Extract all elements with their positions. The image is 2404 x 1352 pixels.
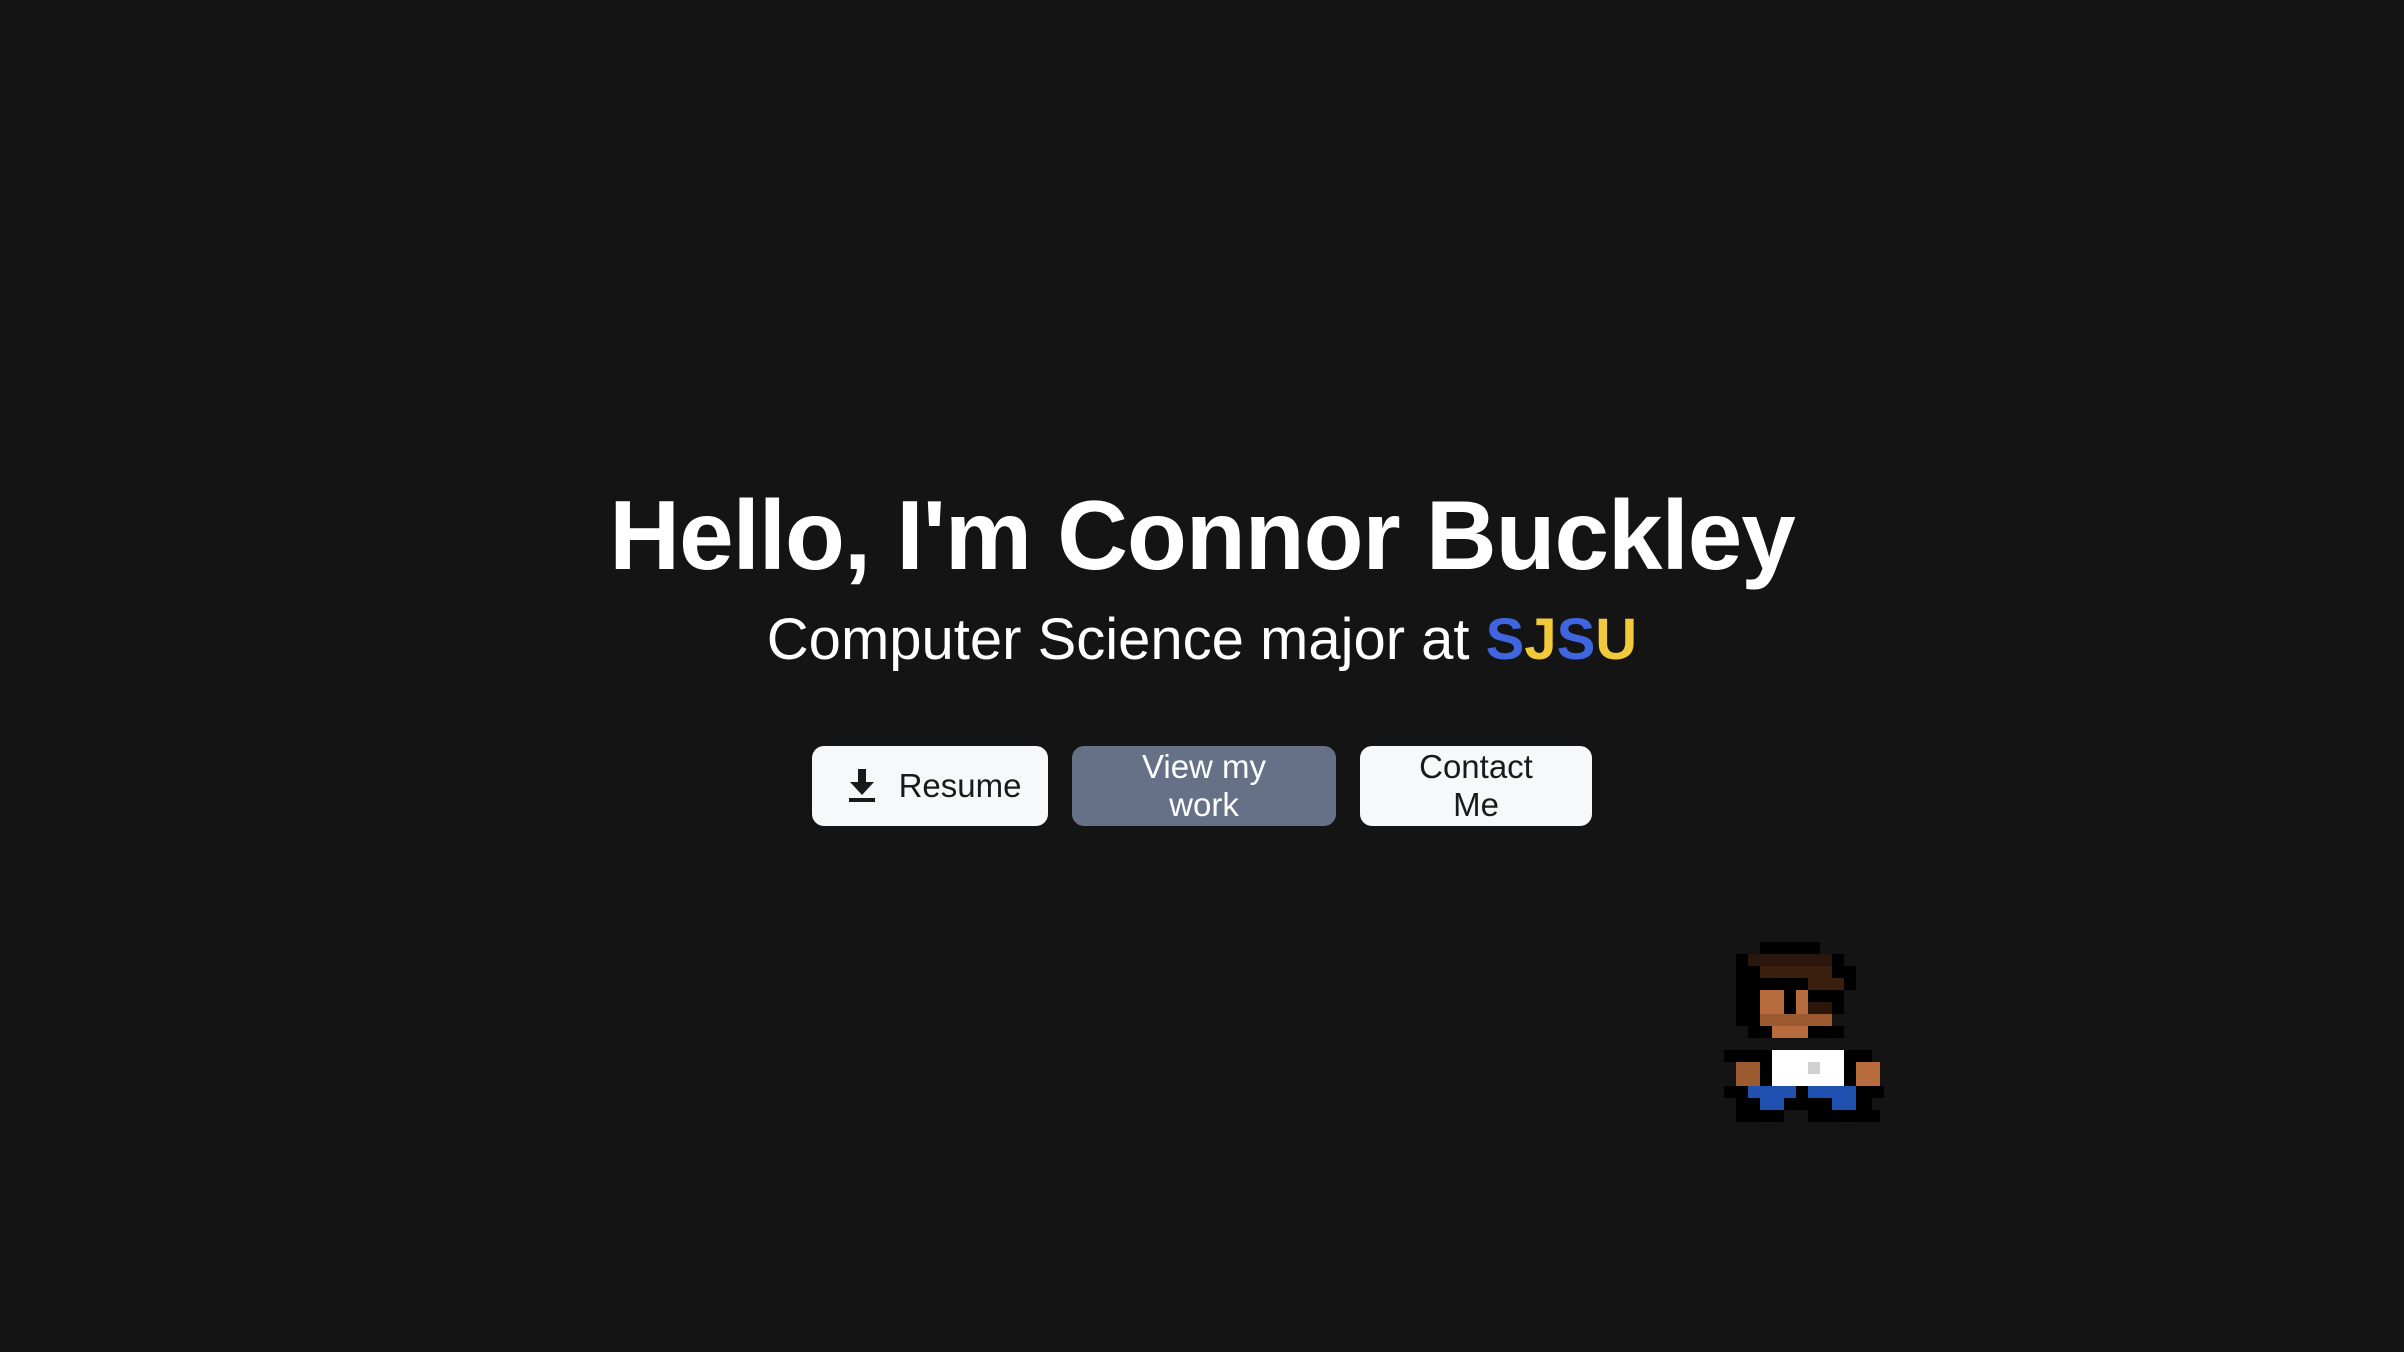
school-letter-u: U (1595, 607, 1638, 672)
hero-section: Hello, I'm Connor Buckley Computer Scien… (0, 470, 2404, 680)
school-letter-s2: S (1556, 607, 1596, 672)
school-letter-s: S (1485, 607, 1525, 672)
view-work-button-label: View my work (1141, 748, 1267, 823)
page-title: Hello, I'm Connor Buckley (609, 480, 1795, 590)
download-icon (847, 769, 877, 803)
school-letter-j: J (1524, 607, 1557, 672)
view-work-button[interactable]: View my work (1072, 746, 1336, 826)
subtitle-prefix: Computer Science major at (766, 607, 1486, 672)
pixel-character-sprite (1724, 942, 1884, 1143)
contact-button-label: Contact Me (1419, 748, 1533, 823)
contact-button[interactable]: Contact Me (1360, 746, 1592, 826)
resume-button-label: Resume (898, 767, 1022, 804)
page-subtitle: Computer Science major at SJSU (0, 600, 2404, 680)
resume-button[interactable]: Resume (812, 746, 1048, 826)
page: Hello, I'm Connor Buckley Computer Scien… (0, 0, 2404, 1352)
hero-buttons: Resume View my work Contact Me (0, 746, 2404, 826)
